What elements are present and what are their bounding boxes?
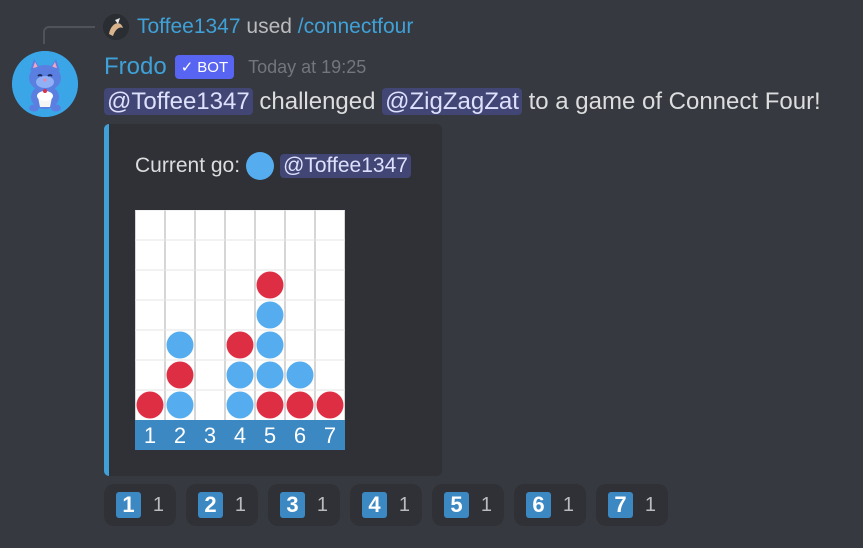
red-piece (226, 331, 254, 359)
reaction-4[interactable]: 41 (350, 484, 422, 526)
reaction-count: 1 (316, 493, 328, 516)
column-label: 7 (324, 423, 336, 448)
column-label: 2 (174, 423, 186, 448)
blue-piece (226, 361, 254, 389)
column-label: 5 (264, 423, 276, 448)
reply-username[interactable]: Toffee1347 (137, 15, 241, 38)
keycap-7-icon: 7 (608, 492, 633, 518)
red-piece (166, 361, 194, 389)
connect-four-board: 1234567 (135, 210, 345, 450)
current-player-mention[interactable]: @Toffee1347 (280, 154, 411, 178)
red-piece (256, 391, 284, 419)
red-piece (316, 391, 344, 419)
keycap-3-icon: 3 (280, 492, 305, 518)
author-name[interactable]: Frodo (104, 53, 167, 81)
keycap-5-icon: 5 (444, 492, 469, 518)
keycap-4-icon: 4 (362, 492, 387, 518)
reply-line-text: Toffee1347 used /connectfour (137, 14, 413, 40)
blue-circle-icon (246, 152, 275, 180)
reaction-2[interactable]: 21 (186, 484, 258, 526)
mention-challenger[interactable]: @Toffee1347 (104, 88, 253, 115)
reaction-count: 1 (234, 493, 246, 516)
bot-badge-label: BOT (197, 58, 229, 76)
column-label: 6 (294, 423, 306, 448)
mention-opponent[interactable]: @ZigZagZat (382, 88, 522, 115)
keycap-6-icon: 6 (526, 492, 551, 518)
reaction-count: 1 (152, 493, 164, 516)
blue-piece (256, 301, 284, 329)
reaction-bar: 11213141516171 (104, 484, 668, 526)
reaction-count: 1 (562, 493, 574, 516)
reaction-1[interactable]: 11 (104, 484, 176, 526)
avatar[interactable] (12, 51, 78, 117)
keycap-2-icon: 2 (198, 492, 223, 518)
reply-avatar[interactable] (103, 14, 129, 40)
message-text-middle: challenged (259, 88, 376, 115)
column-label: 3 (204, 423, 216, 448)
red-piece (136, 391, 164, 419)
blue-piece (256, 331, 284, 359)
reply-connector (43, 26, 95, 44)
check-icon: ✓ (180, 59, 194, 76)
reaction-3[interactable]: 31 (268, 484, 340, 526)
reaction-6[interactable]: 61 (514, 484, 586, 526)
current-go-line: Current go: @Toffee1347 (135, 152, 411, 180)
column-label: 4 (234, 423, 246, 448)
message-content: @Toffee1347 challenged @ZigZagZat to a g… (104, 86, 821, 118)
message-header: Frodo ✓ BOT Today at 19:25 (104, 52, 366, 82)
red-piece (286, 391, 314, 419)
blue-piece (166, 331, 194, 359)
column-label: 1 (144, 423, 156, 448)
red-piece (256, 271, 284, 299)
reaction-5[interactable]: 51 (432, 484, 504, 526)
blue-piece (256, 361, 284, 389)
current-go-label: Current go: (135, 154, 241, 177)
message-text-end: to a game of Connect Four! (528, 88, 821, 115)
blue-piece (286, 361, 314, 389)
blue-piece (166, 391, 194, 419)
timestamp[interactable]: Today at 19:25 (248, 57, 366, 78)
blue-piece (226, 391, 254, 419)
keycap-1-icon: 1 (116, 492, 141, 518)
reaction-count: 1 (480, 493, 492, 516)
bot-badge: ✓ BOT (174, 55, 235, 79)
reaction-7[interactable]: 71 (596, 484, 668, 526)
reply-action: used (246, 15, 292, 38)
reaction-count: 1 (398, 493, 410, 516)
reply-command[interactable]: /connectfour (298, 15, 414, 38)
game-embed: Current go: @Toffee1347 1234567 (104, 124, 442, 476)
reaction-count: 1 (644, 493, 656, 516)
